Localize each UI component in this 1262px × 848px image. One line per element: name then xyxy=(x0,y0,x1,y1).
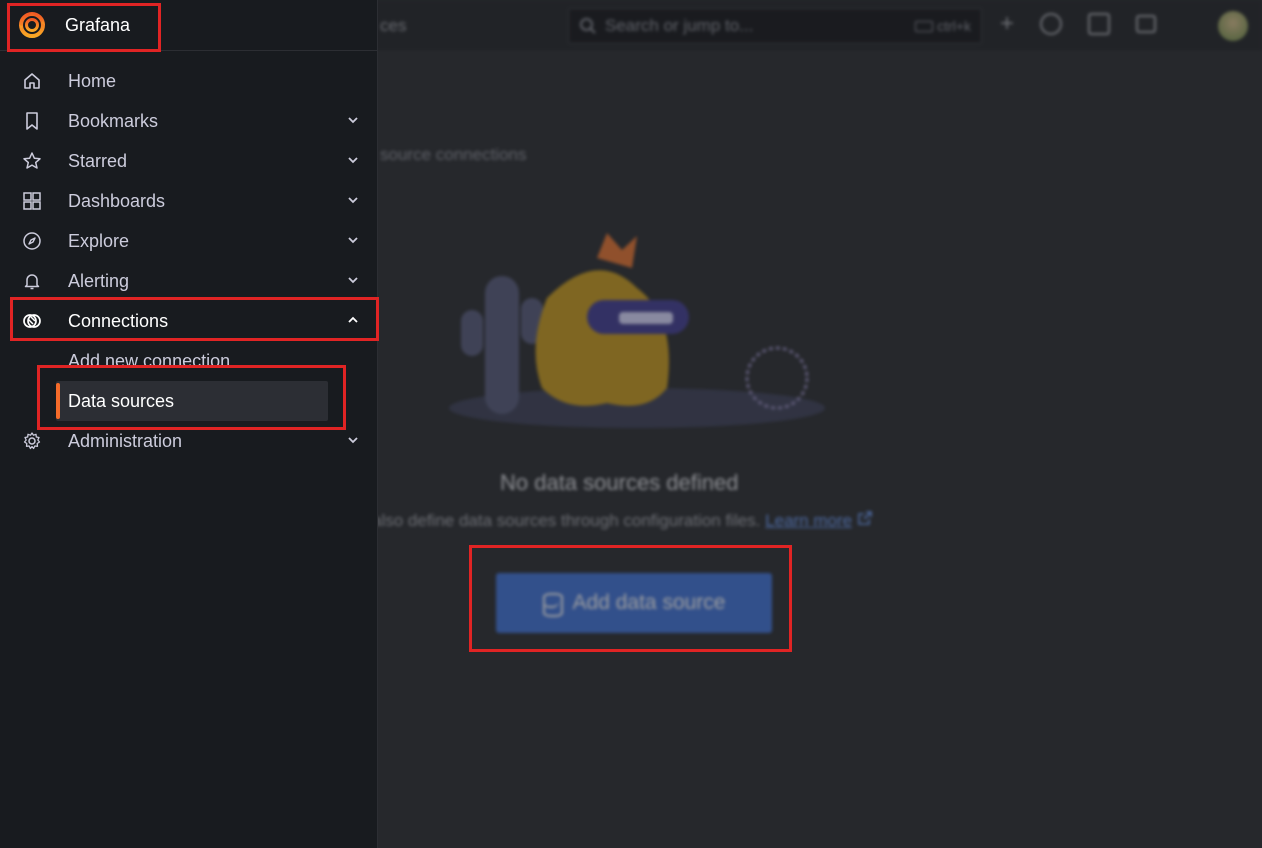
external-link-icon xyxy=(858,511,872,525)
brand-name[interactable]: Grafana xyxy=(65,15,130,36)
chevron-down-icon[interactable] xyxy=(346,153,360,167)
side-menu: Grafana Home Bookmarks Starred Dashboard… xyxy=(0,0,379,848)
search-placeholder: Search or jump to... xyxy=(605,16,754,35)
dock-menu-icon[interactable] xyxy=(1136,15,1157,33)
add-data-source-button[interactable]: Add data source xyxy=(496,573,772,633)
top-actions: + xyxy=(1000,12,1157,36)
compass-icon xyxy=(23,232,41,250)
nav-header: Grafana xyxy=(0,0,378,51)
add-data-source-label: Add data source xyxy=(572,591,726,614)
sidebar-item-dashboards[interactable]: Dashboards xyxy=(12,183,368,219)
sidebar-subitem-label: Data sources xyxy=(68,391,175,411)
active-indicator xyxy=(56,383,60,419)
chevron-down-icon[interactable] xyxy=(346,113,360,127)
gear-icon xyxy=(23,432,41,450)
sidebar-subitem-add-new-connection[interactable]: Add new connection xyxy=(56,341,328,381)
empty-state-description: also define data sources through configu… xyxy=(372,510,873,531)
sidebar-item-starred[interactable]: Starred xyxy=(12,143,368,179)
chevron-up-icon[interactable] xyxy=(346,313,360,327)
search-shortcut: ctrl+k xyxy=(915,18,971,34)
sidebar-subitem-data-sources[interactable]: Data sources xyxy=(56,381,328,421)
sidebar-item-alerting[interactable]: Alerting xyxy=(12,263,368,299)
sidebar-item-administration[interactable]: Administration xyxy=(12,423,368,459)
sidebar-item-bookmarks[interactable]: Bookmarks xyxy=(12,103,368,139)
chevron-down-icon[interactable] xyxy=(346,433,360,447)
keyboard-icon xyxy=(915,20,934,32)
search-input[interactable]: Search or jump to... ctrl+k xyxy=(568,8,982,44)
sidebar-item-label: Home xyxy=(68,71,117,91)
sidebar-item-label: Alerting xyxy=(68,271,130,291)
sidebar-item-label: Administration xyxy=(68,431,183,451)
chevron-down-icon[interactable] xyxy=(346,193,360,207)
avatar[interactable] xyxy=(1218,11,1248,41)
sidebar-subitem-label: Add new connection xyxy=(68,351,231,371)
home-icon xyxy=(24,73,40,89)
sidebar-item-label: Explore xyxy=(68,231,130,251)
bookmark-icon xyxy=(26,112,38,130)
sidebar-item-label: Connections xyxy=(68,311,169,331)
empty-state-illustration xyxy=(449,233,825,428)
help-icon[interactable] xyxy=(1040,13,1063,35)
page-subtitle: source connections xyxy=(380,145,527,164)
new-menu-button[interactable]: + xyxy=(1000,12,1014,36)
bell-icon xyxy=(24,274,40,290)
learn-more-link[interactable]: Learn more xyxy=(765,511,852,530)
sidebar-item-home[interactable]: Home xyxy=(12,63,368,99)
sidebar-item-label: Dashboards xyxy=(68,191,166,211)
sidebar-item-label: Starred xyxy=(68,151,128,171)
star-icon xyxy=(23,152,41,169)
database-icon xyxy=(542,593,563,617)
search-icon xyxy=(580,18,596,34)
connections-icon xyxy=(23,314,41,328)
dashboards-icon xyxy=(23,192,41,210)
sidebar-item-connections[interactable]: Connections xyxy=(12,303,368,339)
sidebar-item-label: Bookmarks xyxy=(68,111,159,131)
chevron-down-icon[interactable] xyxy=(346,273,360,287)
breadcrumb[interactable]: ces xyxy=(380,16,406,36)
grafana-logo-icon[interactable] xyxy=(18,11,46,39)
sidebar-item-explore[interactable]: Explore xyxy=(12,223,368,259)
news-icon[interactable] xyxy=(1088,13,1111,35)
chevron-down-icon[interactable] xyxy=(346,233,360,247)
